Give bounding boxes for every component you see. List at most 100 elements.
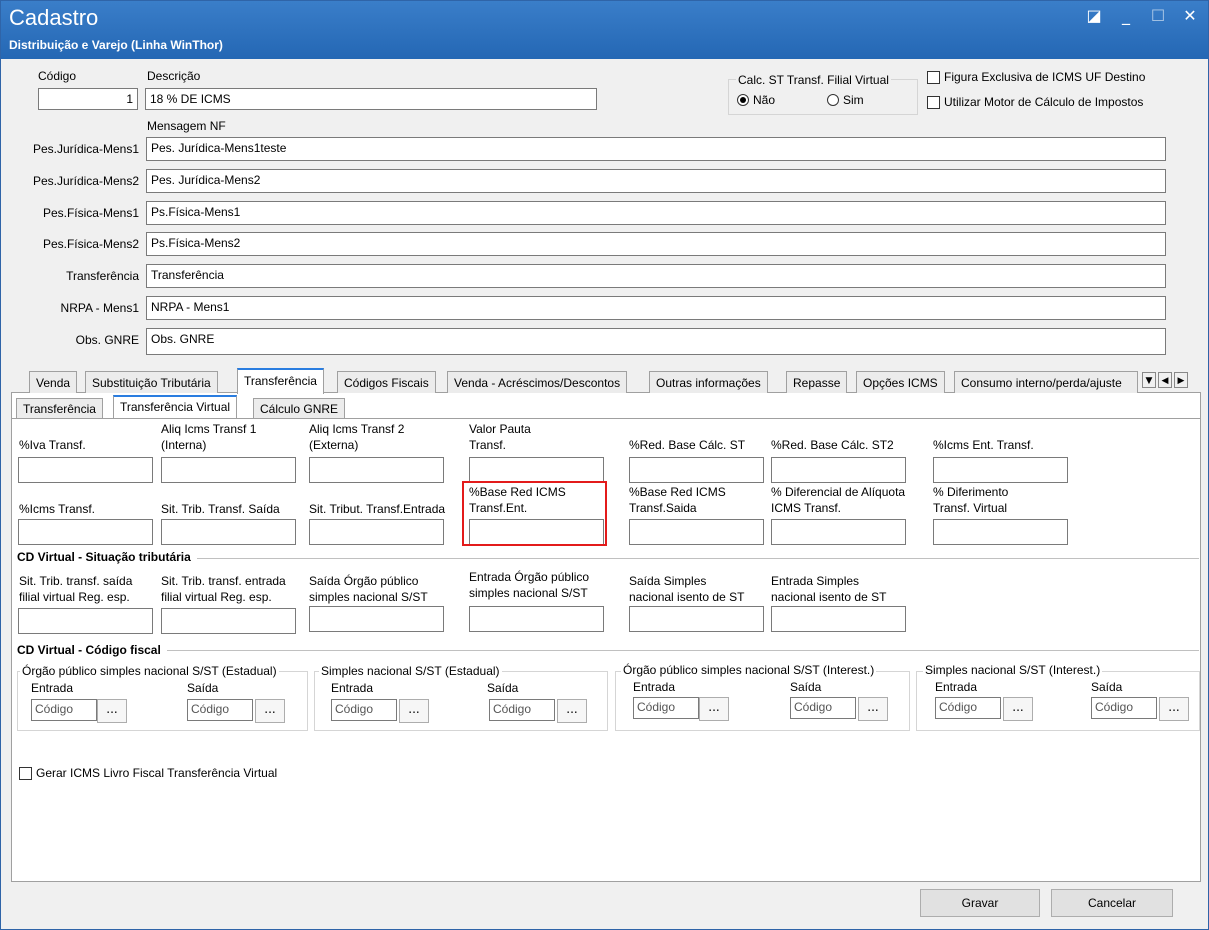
field-label: Sit. Tribut. Transf.Entrada (309, 502, 446, 516)
saida-simples-input[interactable] (629, 606, 764, 632)
cfop-group-title: Simples nacional S/ST (Estadual) (319, 664, 502, 678)
entrada-label: Entrada (935, 680, 978, 694)
codigo-saida-input[interactable]: Código (1091, 697, 1157, 719)
maximize-icon[interactable]: ☐ (1146, 7, 1170, 25)
icms-transf-input[interactable] (18, 519, 153, 545)
diferimento-input[interactable] (933, 519, 1068, 545)
tab-outras-informacoes[interactable]: Outras informações (649, 371, 768, 393)
tab-consumo-interno[interactable]: Consumo interno/perda/ajuste (954, 371, 1138, 393)
codigo-entrada-input[interactable]: Código (935, 697, 1001, 719)
field-label: %Iva Transf. (19, 438, 86, 452)
lookup-button[interactable]: ... (399, 699, 429, 723)
entrada-orgao-publico-input[interactable] (469, 606, 604, 632)
cfop-group-title: Simples nacional S/ST (Interest.) (923, 663, 1103, 677)
codigo-entrada-input[interactable]: Código (331, 699, 397, 721)
tab-substituicao-tributaria[interactable]: Substituição Tributária (85, 371, 218, 393)
subtab-calculo-gnre[interactable]: Cálculo GNRE (253, 398, 346, 418)
restore-icon[interactable]: ◪ (1082, 7, 1106, 25)
title-bar[interactable]: Cadastro Distribuição e Varejo (Linha Wi… (1, 1, 1208, 59)
cancel-button[interactable]: Cancelar (1051, 889, 1173, 917)
iva-transf-input[interactable] (18, 457, 153, 483)
tab-codigos-fiscais[interactable]: Códigos Fiscais (337, 371, 436, 393)
tab-venda[interactable]: Venda (29, 371, 78, 393)
motor-calculo-checkbox[interactable] (927, 96, 940, 109)
field-label: % Diferencial de Alíquota (771, 485, 906, 499)
figura-exclusiva-checkbox[interactable] (927, 71, 940, 84)
radio-sim-label: Sim (843, 93, 864, 107)
sit-trib-entrada-virtual-input[interactable] (161, 608, 296, 634)
msg-input[interactable]: Ps.Física-Mens1 (146, 201, 1166, 225)
msg-input[interactable]: Pes. Jurídica-Mens2 (146, 169, 1166, 193)
base-red-icms-transf-saida-input[interactable] (629, 519, 764, 545)
mensagem-nf-label: Mensagem NF (147, 119, 226, 133)
field-label: (Interna) (161, 438, 207, 452)
entrada-simples-input[interactable] (771, 606, 906, 632)
section-sit-tributaria: CD Virtual - Situação tributária (17, 550, 197, 564)
sit-tribut-transf-entrada-input[interactable] (309, 519, 444, 545)
tab-transferencia[interactable]: Transferência (237, 368, 324, 394)
lookup-button[interactable]: ... (699, 697, 729, 721)
aliq-icms-transf2-input[interactable] (309, 457, 444, 483)
tab-dropdown-icon[interactable]: ▼ (1142, 372, 1156, 388)
field-label: (Externa) (309, 438, 359, 452)
codigo-saida-input[interactable]: Código (187, 699, 253, 721)
minimize-icon[interactable]: _ (1114, 7, 1138, 25)
red-base-calc-st-input[interactable] (629, 457, 764, 483)
msg-input[interactable]: Transferência (146, 264, 1166, 288)
msg-label: Obs. GNRE (75, 333, 139, 347)
radio-sim[interactable] (827, 94, 839, 106)
lookup-button[interactable]: ... (557, 699, 587, 723)
field-label: Aliq Icms Transf 1 (161, 422, 257, 436)
tab-scroll-right-icon[interactable]: ▶ (1174, 372, 1188, 388)
tab-opcoes-icms[interactable]: Opções ICMS (856, 371, 945, 393)
lookup-button[interactable]: ... (97, 699, 127, 723)
entrada-label: Entrada (633, 680, 676, 694)
field-label: Transf. Virtual (933, 501, 1008, 515)
sit-trib-saida-virtual-input[interactable] (18, 608, 153, 634)
codigo-entrada-input[interactable]: Código (633, 697, 699, 719)
subtab-divider (12, 418, 1200, 419)
descricao-input[interactable]: 18 % DE ICMS (145, 88, 597, 110)
field-label: Saída Simples (629, 574, 707, 588)
field-label: Sit. Trib. transf. entrada (161, 574, 286, 588)
lookup-button[interactable]: ... (255, 699, 285, 723)
msg-input[interactable]: Obs. GNRE (146, 328, 1166, 355)
tab-repasse[interactable]: Repasse (786, 371, 848, 393)
icms-ent-transf-input[interactable] (933, 457, 1068, 483)
window-subtitle: Distribuição e Varejo (Linha WinThor) (9, 38, 223, 52)
msg-input[interactable]: NRPA - Mens1 (146, 296, 1166, 320)
base-red-icms-transf-ent-input[interactable] (469, 519, 604, 545)
diferencial-aliquota-input[interactable] (771, 519, 906, 545)
gerar-icms-checkbox[interactable] (19, 767, 32, 780)
subtab-transferencia[interactable]: Transferência (16, 398, 103, 418)
lookup-button[interactable]: ... (1159, 697, 1189, 721)
window-title: Cadastro (9, 5, 99, 30)
codigo-label: Código (38, 69, 77, 83)
sit-trib-transf-saida-input[interactable] (161, 519, 296, 545)
msg-label: Transferência (66, 269, 139, 283)
field-label: simples nacional S/ST (309, 590, 428, 604)
codigo-input[interactable]: 1 (38, 88, 138, 110)
tab-venda-acrescimos[interactable]: Venda - Acréscimos/Descontos (447, 371, 628, 393)
field-label: Entrada Órgão público (469, 570, 590, 584)
close-icon[interactable]: ✕ (1178, 7, 1202, 25)
field-label: filial virtual Reg. esp. (19, 590, 130, 604)
msg-input[interactable]: Ps.Física-Mens2 (146, 232, 1166, 256)
valor-pauta-input[interactable] (469, 457, 604, 483)
subtab-transferencia-virtual[interactable]: Transferência Virtual (113, 395, 238, 418)
lookup-button[interactable]: ... (858, 697, 888, 721)
red-base-calc-st2-input[interactable] (771, 457, 906, 483)
field-label: nacional isento de ST (629, 590, 745, 604)
gerar-icms-label: Gerar ICMS Livro Fiscal Transferência Vi… (36, 766, 278, 780)
codigo-entrada-input[interactable]: Código (31, 699, 97, 721)
aliq-icms-transf1-input[interactable] (161, 457, 296, 483)
codigo-saida-input[interactable]: Código (489, 699, 555, 721)
codigo-saida-input[interactable]: Código (790, 697, 856, 719)
radio-nao[interactable] (737, 94, 749, 106)
saida-orgao-publico-input[interactable] (309, 606, 444, 632)
msg-input[interactable]: Pes. Jurídica-Mens1teste (146, 137, 1166, 161)
save-button[interactable]: Gravar (920, 889, 1040, 917)
lookup-button[interactable]: ... (1003, 697, 1033, 721)
tab-scroll-left-icon[interactable]: ◀ (1158, 372, 1172, 388)
field-label: %Base Red ICMS (629, 485, 726, 499)
